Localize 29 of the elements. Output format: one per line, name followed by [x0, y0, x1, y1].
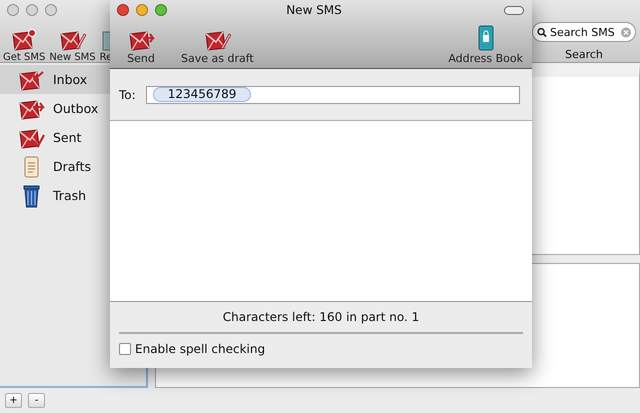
sidebar-item[interactable]: Trash [0, 181, 146, 210]
window-title: New SMS [285, 3, 343, 17]
toolbar-button[interactable]: Save as draft [178, 28, 257, 65]
toolbar-button[interactable]: Send [124, 28, 158, 65]
recipient-token[interactable]: 123456789 [152, 87, 252, 102]
checkbox-label: Enable spell checking [135, 342, 266, 356]
toolbar-button[interactable]: New SMS [48, 28, 97, 63]
capsule-icon [504, 6, 524, 14]
toolbar-button[interactable]: Get SMS [2, 28, 46, 63]
window-control[interactable] [45, 4, 57, 16]
small-button[interactable]: - [28, 393, 45, 408]
search-field[interactable]: Search SMS [532, 22, 636, 42]
window-control[interactable] [155, 4, 167, 16]
window-control[interactable] [117, 4, 129, 16]
window-control[interactable] [7, 4, 19, 16]
character-count: Characters left: 160 in part no. 1 [119, 302, 523, 334]
clear-icon[interactable] [621, 26, 631, 38]
window-control[interactable] [136, 4, 148, 16]
search-label: Search [565, 48, 603, 61]
search-input[interactable]: Search SMS [550, 26, 618, 38]
search-icon [537, 26, 547, 38]
recipient-field[interactable]: 123456789 [146, 86, 520, 104]
sidebar-item[interactable]: Sent [0, 123, 146, 152]
small-button[interactable]: + [5, 393, 22, 408]
window-control[interactable] [26, 4, 38, 16]
checkbox[interactable] [119, 343, 131, 355]
toolbar-button[interactable]: Address Book [445, 24, 526, 65]
envelope-icon [10, 28, 38, 52]
sidebar-item[interactable]: Drafts [0, 152, 146, 181]
